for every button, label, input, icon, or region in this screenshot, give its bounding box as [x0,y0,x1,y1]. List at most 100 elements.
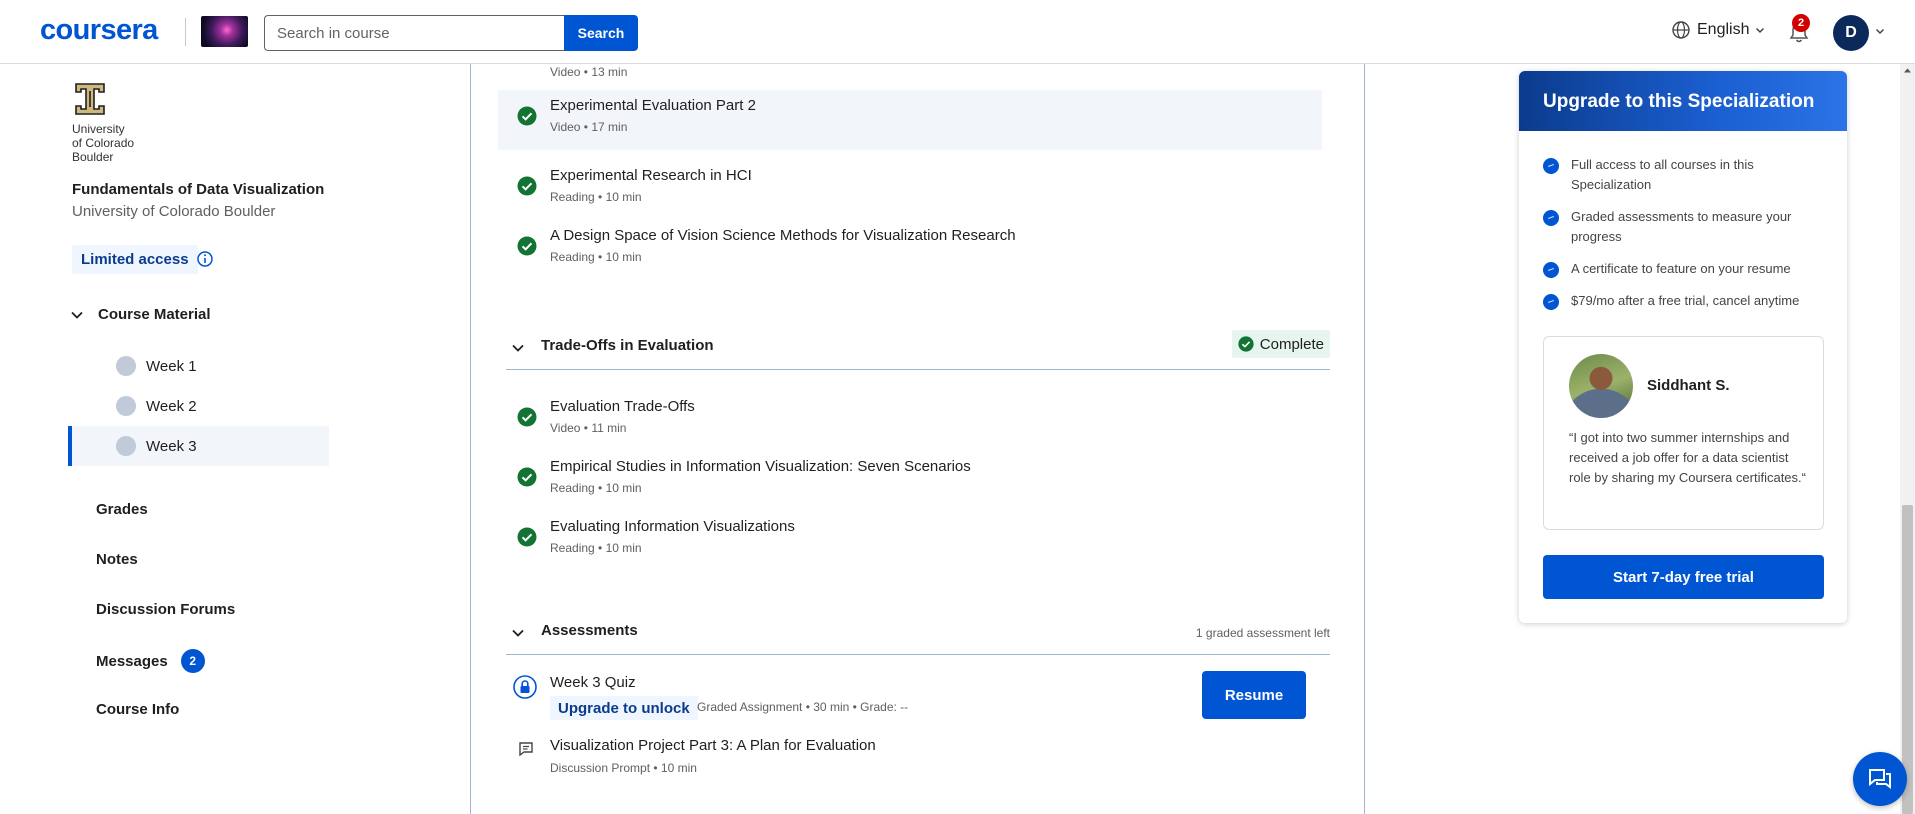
chevron-down-icon [1756,27,1765,34]
search-button[interactable]: Search [564,15,638,51]
chat-button[interactable] [1853,752,1907,806]
nav-label: Grades [96,501,148,518]
list-item-partial: Video • 13 min [514,57,1322,83]
chevron-down-icon [512,629,524,637]
content-right-divider [1364,64,1365,814]
section-title: Assessments [541,622,638,639]
week-label: Week 2 [146,397,197,415]
search-input[interactable] [264,15,564,51]
item-meta: Reading • 10 min [550,190,642,204]
item-title: Evaluating Information Visualizations [550,518,795,535]
item-title: Experimental Research in HCI [550,167,752,184]
checkmark-icon [1543,158,1559,174]
start-free-trial-button[interactable]: Start 7-day free trial [1543,555,1824,599]
discussion-title[interactable]: Visualization Project Part 3: A Plan for… [550,737,876,754]
item-meta: Reading • 10 min [550,250,642,264]
list-item[interactable]: Evaluation Trade-Offs Video • 11 min [514,391,1322,451]
check-circle-icon [1238,336,1254,352]
course-subtitle: University of Colorado Boulder [72,203,276,220]
benefit-item: Full access to all courses in this Speci… [1543,155,1833,195]
testimonial-avatar [1569,354,1633,418]
check-circle-icon [517,106,537,126]
item-meta: Reading • 10 min [550,541,642,555]
check-circle-icon [517,467,537,487]
chevron-down-icon[interactable] [1875,26,1885,36]
content-left-divider [470,64,471,814]
item-meta: Video • 13 min [550,65,628,79]
university-logo-text: University of Colorado Boulder [72,122,135,164]
info-icon[interactable] [196,250,214,268]
logo-divider [185,18,186,46]
sidebar-item-messages[interactable]: Messages 2 [96,649,205,673]
check-circle-icon [517,527,537,547]
resume-button[interactable]: Resume [1202,671,1306,719]
course-material-label: Course Material [98,306,211,323]
course-thumbnail[interactable] [201,16,248,47]
benefit-text: $79/mo after a free trial, cancel anytim… [1571,293,1800,308]
university-logo: University of Colorado Boulder [72,82,152,164]
globe-icon [1672,21,1690,39]
quiz-title[interactable]: Week 3 Quiz [550,674,636,691]
top-header: coursera Search English 2 D [0,0,1915,64]
item-title: A Design Space of Vision Science Methods… [550,227,1016,244]
benefit-item: A certificate to feature on your resume [1543,259,1833,279]
item-meta: Video • 11 min [550,421,627,435]
nav-label: Notes [96,551,138,568]
graded-left-text: 1 graded assessment left [1195,626,1330,640]
benefit-item: $79/mo after a free trial, cancel anytim… [1543,291,1833,311]
list-item[interactable]: Experimental Research in HCI Reading • 1… [514,160,1322,220]
week-label: Week 1 [146,357,197,375]
language-label: English [1697,21,1750,38]
upgrade-card-title: Upgrade to this Specialization [1519,71,1847,131]
list-item[interactable]: A Design Space of Vision Science Methods… [514,220,1322,280]
messages-count-badge: 2 [180,649,205,673]
sidebar-item-week-3[interactable]: Week 3 [68,426,329,466]
upgrade-to-unlock-link[interactable]: Upgrade to unlock [550,696,698,720]
section-header-trade-offs[interactable]: Trade-Offs in Evaluation Complete [506,325,1330,370]
upgrade-card: Upgrade to this Specialization Full acce… [1519,71,1847,623]
coursera-logo[interactable]: coursera [40,14,158,47]
week-label: Week 3 [146,437,197,455]
section-header-assessments[interactable]: Assessments 1 graded assessment left [506,610,1330,655]
progress-circle-icon [116,436,136,456]
item-title: Empirical Studies in Information Visuali… [550,458,971,475]
item-meta: Reading • 10 min [550,481,642,495]
sidebar-item-notes[interactable]: Notes [96,551,138,568]
benefit-text: Full access to all courses in this Speci… [1571,157,1754,192]
status-badge: Complete [1231,330,1330,358]
sidebar-item-discussion-forums[interactable]: Discussion Forums [96,601,235,618]
sidebar-item-week-1[interactable]: Week 1 [68,346,329,386]
item-title: Evaluation Trade-Offs [550,398,695,415]
item-title: Experimental Evaluation Part 2 [550,97,756,114]
nav-label: Messages [96,652,168,670]
discussion-meta: Discussion Prompt • 10 min [550,761,697,775]
course-material-toggle[interactable]: Course Material [70,306,211,323]
checkmark-icon [1543,262,1559,278]
sidebar-item-course-info[interactable]: Course Info [96,701,179,718]
benefit-text: A certificate to feature on your resume [1571,261,1791,276]
check-circle-icon [517,236,537,256]
checkmark-icon [1543,294,1559,310]
list-item[interactable]: Evaluating Information Visualizations Re… [514,511,1322,571]
chat-icon [1869,769,1891,789]
checkmark-icon [1543,210,1559,226]
check-circle-icon [517,407,537,427]
sidebar-item-week-2[interactable]: Week 2 [68,386,329,426]
list-item[interactable]: Experimental Evaluation Part 2 Video • 1… [498,90,1322,150]
progress-circle-icon [116,396,136,416]
quiz-meta: Graded Assignment • 30 min • Grade: -- [697,700,909,714]
testimonial-quote: “I got into two summer internships and r… [1569,430,1806,485]
sidebar-item-grades[interactable]: Grades [96,501,148,518]
testimonial-card: Siddhant S. “I got into two summer inter… [1543,336,1824,530]
scroll-up-arrow-icon[interactable] [1903,66,1912,75]
course-title[interactable]: Fundamentals of Data Visualization [72,181,324,198]
nav-label: Discussion Forums [96,601,236,618]
list-item[interactable]: Empirical Studies in Information Visuali… [514,451,1322,511]
benefit-text: Graded assessments to measure your progr… [1571,209,1792,244]
access-badge: Limited access [72,245,198,274]
check-circle-icon [517,176,537,196]
lock-icon [513,675,537,699]
language-selector[interactable]: English [1671,20,1765,40]
discussion-icon [519,742,533,757]
user-avatar[interactable]: D [1833,15,1869,51]
